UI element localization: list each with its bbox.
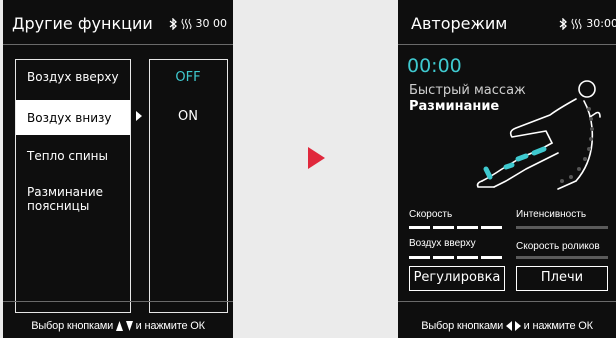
header: Другие функции 30 00 xyxy=(3,0,233,44)
menu-item-air-lower[interactable]: Воздух внизу xyxy=(16,100,130,135)
right-arrow-icon xyxy=(514,321,521,332)
heat-icon xyxy=(571,18,582,30)
intensity-level-bar[interactable] xyxy=(516,226,608,229)
massage-chair-icon xyxy=(476,80,601,190)
option-menu: OFF ON xyxy=(149,59,228,313)
shoulders-button[interactable]: Плечи xyxy=(516,266,608,291)
option-off[interactable]: OFF xyxy=(150,70,226,85)
next-arrow-icon xyxy=(308,147,325,169)
timer-display: 30:00 xyxy=(586,17,616,30)
footer-prefix: Выбор кнопками xyxy=(421,320,504,332)
header: Авторежим 30:00 xyxy=(398,0,616,44)
menu-item-lumbar-kneading[interactable]: Разминание поясницы xyxy=(16,185,130,213)
footer-divider xyxy=(398,301,616,302)
bluetooth-icon xyxy=(169,17,177,30)
bluetooth-icon xyxy=(559,17,568,30)
screen-title: Авторежим xyxy=(411,14,508,33)
speed-label: Скорость xyxy=(409,209,453,220)
air-level-bar[interactable] xyxy=(409,256,502,259)
auto-mode-screen: Авторежим 30:00 00:00 Быстрый массаж Раз… xyxy=(398,0,616,338)
right-arrow-icon xyxy=(136,111,142,121)
footer-prefix: Выбор кнопками xyxy=(31,320,114,332)
roller-speed-bar[interactable] xyxy=(516,256,608,259)
footer-suffix: и нажмите ОК xyxy=(135,320,205,332)
footer-hint: Выбор кнопками и нажмите ОК xyxy=(398,320,616,332)
footer-suffix: и нажмите ОК xyxy=(523,320,593,332)
footer-hint: Выбор кнопками и нажмите ОК xyxy=(3,320,233,332)
timer-display: 30 00 xyxy=(195,17,228,30)
menu-item-air-upper[interactable]: Воздух вверху xyxy=(16,70,130,84)
footer-divider xyxy=(3,301,233,302)
speed-level-bar[interactable] xyxy=(409,226,502,229)
left-arrow-icon xyxy=(505,321,512,332)
header-divider xyxy=(398,44,616,45)
roller-speed-label: Скорость роликов xyxy=(516,241,600,252)
header-divider xyxy=(3,44,233,45)
up-arrow-icon xyxy=(115,321,123,332)
menu-item-back-heat[interactable]: Тепло спины xyxy=(16,149,130,163)
status-area: 30 00 xyxy=(169,17,228,30)
intensity-label: Интенсивность xyxy=(516,209,587,220)
screen-title: Другие функции xyxy=(12,14,153,33)
other-functions-screen: Другие функции 30 00 Воздух вверху Возду… xyxy=(3,0,233,338)
heat-icon xyxy=(181,18,192,30)
adjust-button[interactable]: Регулировка xyxy=(409,266,505,291)
down-arrow-icon xyxy=(125,321,133,332)
function-menu: Воздух вверху Воздух внизу Тепло спины Р… xyxy=(15,59,131,313)
air-label: Воздух вверху xyxy=(409,238,476,249)
elapsed-time: 00:00 xyxy=(407,55,462,77)
option-on[interactable]: ON xyxy=(150,109,226,124)
status-area: 30:00 xyxy=(559,17,616,30)
